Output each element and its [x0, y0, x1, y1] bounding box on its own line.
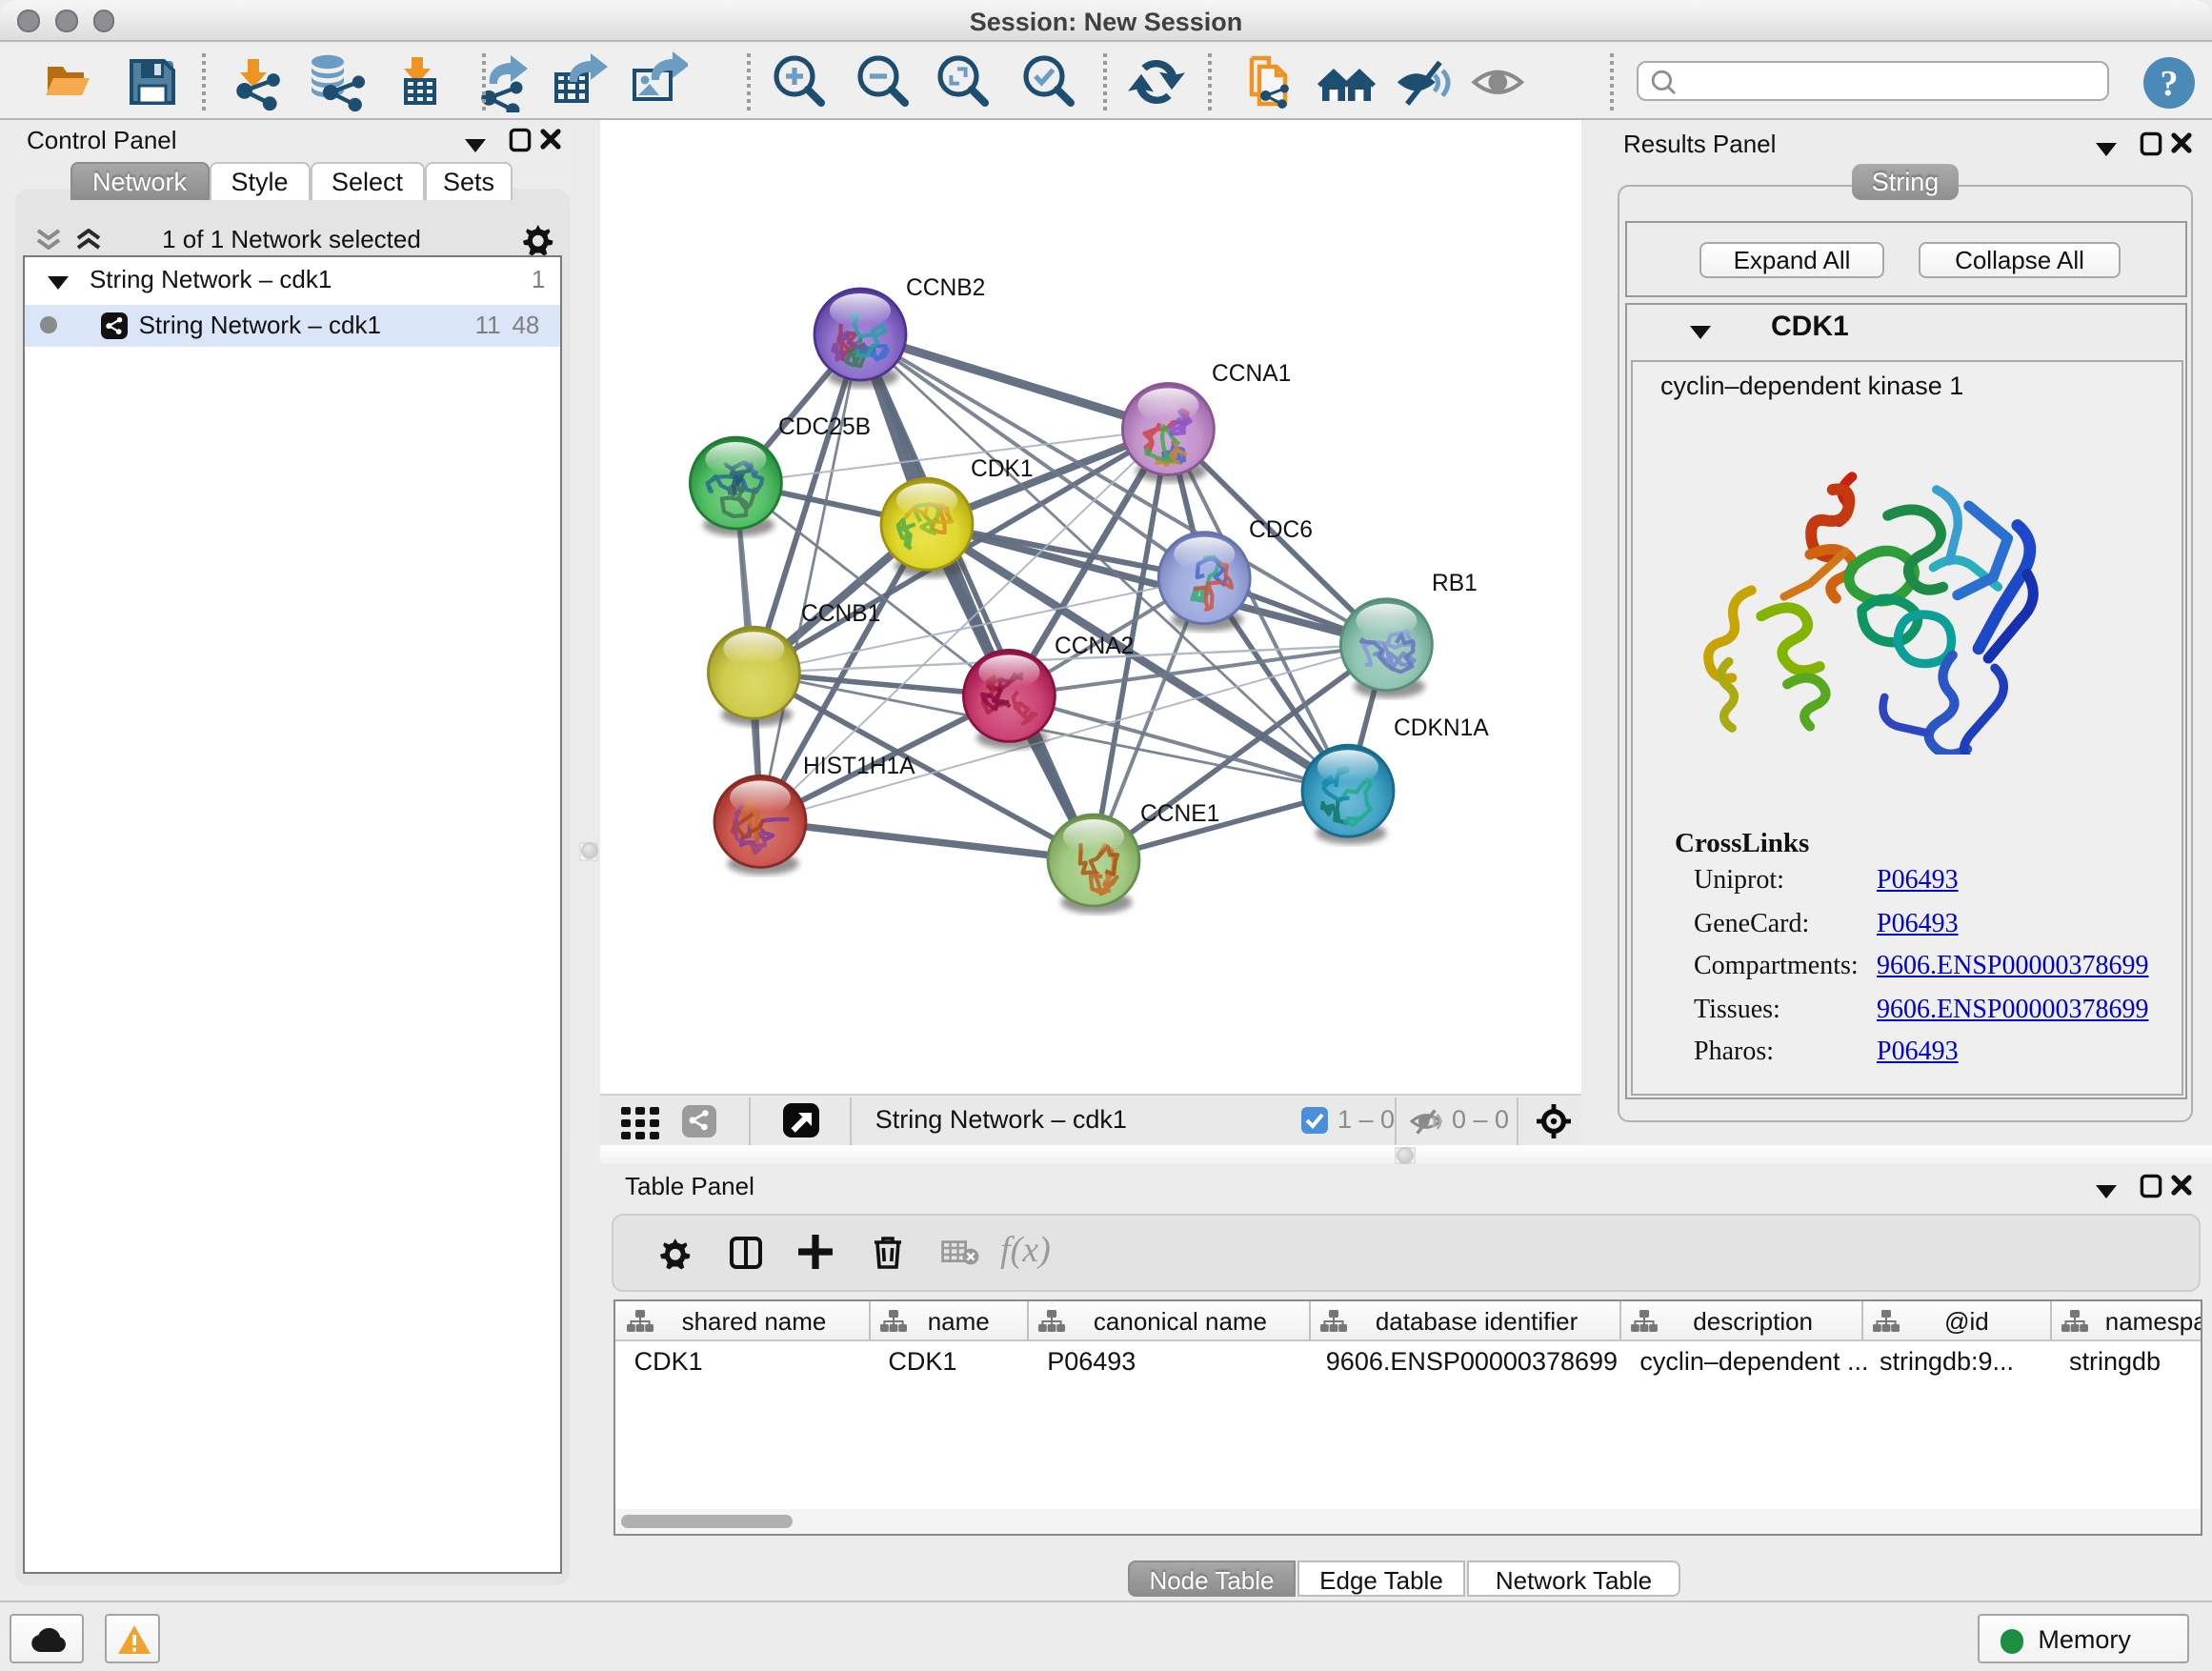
svg-text:CCNB1: CCNB1 [800, 601, 879, 627]
svg-text:CDKN1A: CDKN1A [1393, 715, 1488, 741]
svg-text:HIST1H1A: HIST1H1A [802, 754, 915, 779]
svg-text:RB1: RB1 [1431, 571, 1477, 596]
svg-text:CDC6: CDC6 [1248, 517, 1312, 543]
svg-text:CDK1: CDK1 [970, 456, 1033, 482]
svg-text:?: ? [2161, 63, 2179, 103]
svg-text:CCNE1: CCNE1 [1139, 801, 1218, 827]
svg-text:CCNB2: CCNB2 [905, 275, 984, 301]
svg-text:CDC25B: CDC25B [777, 414, 870, 440]
svg-text:CCNA2: CCNA2 [1054, 634, 1133, 659]
svg-text:CCNA1: CCNA1 [1211, 361, 1290, 387]
